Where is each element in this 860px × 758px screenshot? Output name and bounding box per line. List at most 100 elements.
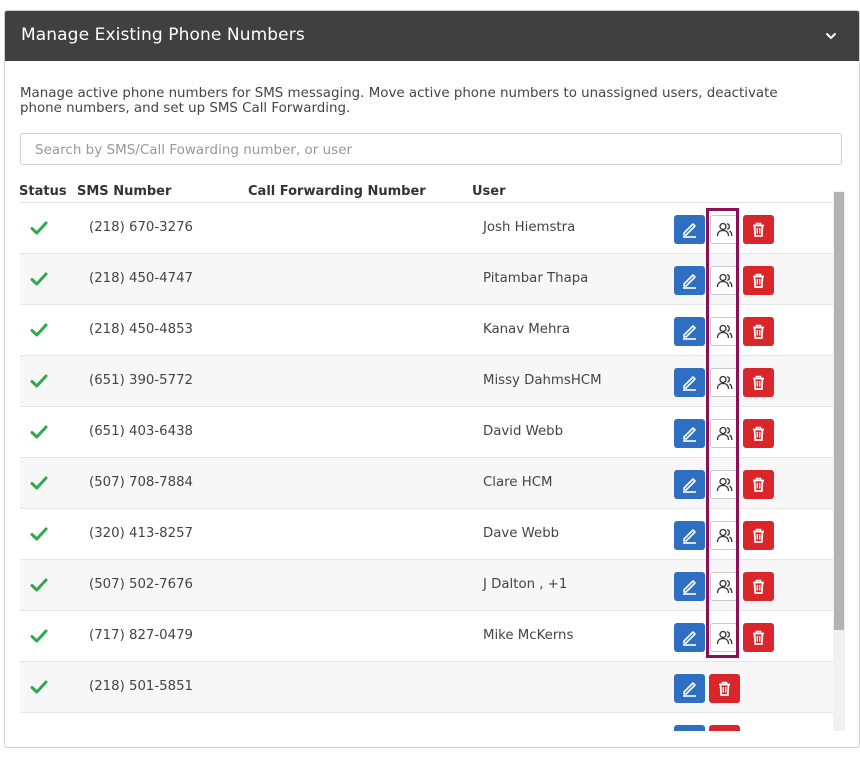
table-row: (651) 403-6438 David Webb <box>20 407 833 458</box>
column-header-status: Status <box>19 184 67 199</box>
pencil-icon <box>683 580 696 595</box>
sms-number: (651) 390-5772 <box>89 373 193 388</box>
users-icon <box>716 324 733 339</box>
users-icon <box>716 477 733 492</box>
delete-button[interactable] <box>743 623 774 652</box>
assign-user-button[interactable] <box>710 215 738 244</box>
column-header-sms-number: SMS Number <box>77 184 172 199</box>
check-icon <box>30 425 48 439</box>
table-scrollbar-thumb[interactable] <box>834 192 844 630</box>
delete-button[interactable] <box>743 470 774 499</box>
pencil-icon <box>683 478 696 493</box>
table-row: (218) 450-4747 Pitambar Thapa <box>20 254 833 305</box>
user-name: David Webb <box>483 424 564 439</box>
assign-user-button[interactable] <box>710 317 738 346</box>
panel-title: Manage Existing Phone Numbers <box>21 25 305 45</box>
check-icon <box>30 578 48 592</box>
pencil-icon <box>683 223 696 238</box>
edit-button[interactable] <box>674 215 705 244</box>
edit-button[interactable] <box>674 623 705 652</box>
delete-button[interactable] <box>743 215 774 244</box>
trash-icon <box>753 630 764 645</box>
check-icon <box>30 680 48 694</box>
phone-numbers-table: (218) 670-3276 Josh Hiemstra (218) 450-4… <box>20 203 833 731</box>
assign-user-button[interactable] <box>710 572 738 601</box>
sms-number: (507) 502-7676 <box>89 577 193 592</box>
users-icon <box>716 579 733 594</box>
pencil-icon <box>683 631 696 646</box>
delete-button[interactable] <box>743 521 774 550</box>
users-icon <box>716 273 733 288</box>
user-name: Dave Webb <box>483 526 560 541</box>
user-name: Mike McKerns <box>483 628 574 643</box>
edit-button[interactable] <box>674 368 705 397</box>
check-icon <box>30 272 48 286</box>
user-name: Pitambar Thapa <box>483 271 589 286</box>
edit-button[interactable] <box>674 419 705 448</box>
user-name: Kanav Mehra <box>483 322 571 337</box>
table-row: (218) 450-4853 Kanav Mehra <box>20 305 833 356</box>
pencil-icon <box>683 682 696 697</box>
sms-number: (218) 501-5851 <box>89 679 193 694</box>
edit-button[interactable] <box>674 317 705 346</box>
delete-button[interactable] <box>743 317 774 346</box>
delete-button[interactable] <box>743 266 774 295</box>
user-name: Clare HCM <box>483 475 553 490</box>
users-icon <box>716 222 733 237</box>
pencil-icon <box>683 325 696 340</box>
assign-user-button[interactable] <box>710 470 738 499</box>
delete-button[interactable] <box>709 674 740 703</box>
column-header-user: User <box>472 184 506 199</box>
delete-button[interactable] <box>743 419 774 448</box>
edit-button[interactable] <box>674 470 705 499</box>
check-icon <box>30 323 48 337</box>
sms-number: (218) 450-4747 <box>89 271 193 286</box>
table-row <box>20 713 833 731</box>
user-name: Josh Hiemstra <box>483 220 576 235</box>
assign-user-button[interactable] <box>710 368 738 397</box>
pencil-icon <box>683 529 696 544</box>
sms-number: (218) 670-3276 <box>89 220 193 235</box>
trash-icon <box>753 222 764 237</box>
users-icon <box>716 426 733 441</box>
delete-button[interactable] <box>743 572 774 601</box>
edit-button[interactable] <box>674 674 705 703</box>
pencil-icon <box>683 427 696 442</box>
trash-icon <box>753 426 764 441</box>
trash-icon <box>753 477 764 492</box>
search-input[interactable] <box>33 135 837 165</box>
table-row: (320) 413-8257 Dave Webb <box>20 509 833 560</box>
check-icon <box>30 476 48 490</box>
trash-icon <box>753 528 764 543</box>
edit-button[interactable] <box>674 572 705 601</box>
edit-button[interactable] <box>674 725 705 731</box>
assign-user-button[interactable] <box>710 419 738 448</box>
sms-number: (218) 450-4853 <box>89 322 193 337</box>
edit-button[interactable] <box>674 521 705 550</box>
users-icon <box>716 630 733 645</box>
pencil-icon <box>683 376 696 391</box>
search-box[interactable] <box>20 133 842 165</box>
table-row: (651) 390-5772 Missy DahmsHCM <box>20 356 833 407</box>
table-row: (218) 670-3276 Josh Hiemstra <box>20 203 833 254</box>
sms-number: (651) 403-6438 <box>89 424 193 439</box>
table-row: (507) 502-7676 J Dalton , +1 <box>20 560 833 611</box>
sms-number: (717) 827-0479 <box>89 628 193 643</box>
check-icon <box>30 527 48 541</box>
sms-number: (320) 413-8257 <box>89 526 193 541</box>
user-name: J Dalton , +1 <box>483 577 568 592</box>
trash-icon <box>753 273 764 288</box>
assign-user-button[interactable] <box>710 623 738 652</box>
delete-button[interactable] <box>709 725 740 731</box>
delete-button[interactable] <box>743 368 774 397</box>
assign-user-button[interactable] <box>710 521 738 550</box>
check-icon <box>30 374 48 388</box>
chevron-down-icon[interactable] <box>824 29 838 43</box>
panel-header[interactable]: Manage Existing Phone Numbers <box>5 11 859 61</box>
edit-button[interactable] <box>674 266 705 295</box>
sms-number: (507) 708-7884 <box>89 475 193 490</box>
assign-user-button[interactable] <box>710 266 738 295</box>
table-row: (507) 708-7884 Clare HCM <box>20 458 833 509</box>
pencil-icon <box>683 274 696 289</box>
table-row: (717) 827-0479 Mike McKerns <box>20 611 833 662</box>
